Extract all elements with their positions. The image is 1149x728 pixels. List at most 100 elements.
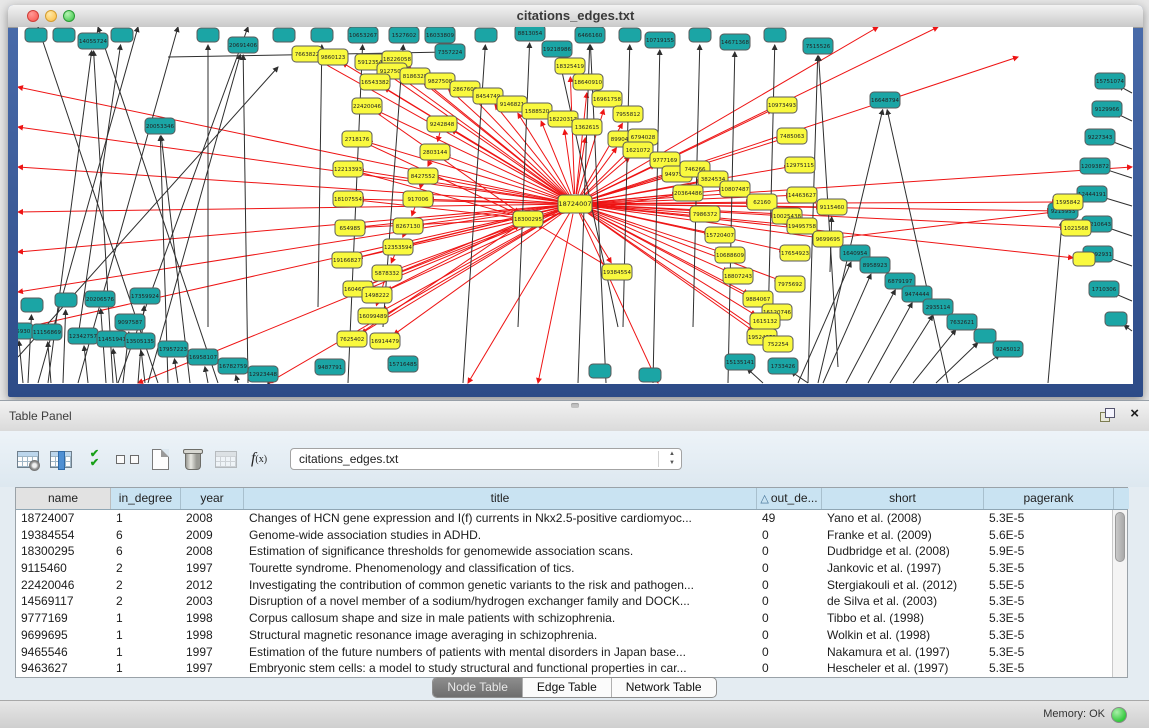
graph-edge[interactable]: [890, 315, 933, 383]
graph-edge[interactable]: [236, 376, 238, 383]
graph-edge[interactable]: [823, 274, 871, 383]
table-cell[interactable]: Changes of HCN gene expression and I(f) …: [244, 510, 757, 527]
table-cell[interactable]: Genome-wide association studies in ADHD.: [244, 527, 757, 544]
table-cell[interactable]: 5.3E-5: [984, 644, 1114, 661]
delete-column-icon[interactable]: [179, 445, 207, 473]
table-cell[interactable]: 0: [757, 660, 822, 677]
graph-node[interactable]: [689, 28, 711, 42]
table-cell[interactable]: 5.6E-5: [984, 527, 1114, 544]
graph-edge[interactable]: [18, 206, 565, 292]
graph-edge[interactable]: [19, 341, 23, 383]
column-header-out_de[interactable]: △out_de...: [757, 488, 822, 509]
table-cell[interactable]: 1: [111, 510, 181, 527]
column-header-name[interactable]: name: [16, 488, 111, 509]
table-cell[interactable]: 5.3E-5: [984, 610, 1114, 627]
table-cell[interactable]: Disruption of a novel member of a sodium…: [244, 593, 757, 610]
network-canvas[interactable]: 1405572420691406106532671527602160338097…: [18, 27, 1133, 384]
table-row[interactable]: 2242004622012Investigating the contribut…: [16, 577, 1127, 594]
graph-edge[interactable]: [420, 185, 421, 188]
table-cell[interactable]: 0: [757, 577, 822, 594]
table-cell[interactable]: 9463627: [16, 660, 111, 677]
graph-edge[interactable]: [243, 55, 248, 383]
table-cell[interactable]: Estimation of the future numbers of pati…: [244, 644, 757, 661]
table-cell[interactable]: 2008: [181, 510, 244, 527]
table-cell[interactable]: 5.3E-5: [984, 627, 1114, 644]
table-cell[interactable]: 9777169: [16, 610, 111, 627]
table-cell[interactable]: 5.9E-5: [984, 543, 1114, 560]
close-panel-icon[interactable]: ×: [1130, 405, 1139, 423]
table-cell[interactable]: 6: [111, 527, 181, 544]
graph-node[interactable]: [589, 364, 611, 378]
window-titlebar[interactable]: citations_edges.txt: [8, 5, 1143, 28]
table-row[interactable]: 1456911722003Disruption of a novel membe…: [16, 593, 1127, 610]
table-cell[interactable]: 0: [757, 543, 822, 560]
table-row[interactable]: 977716911998Corpus callosum shape and si…: [16, 610, 1127, 627]
table-cell[interactable]: 19384554: [16, 527, 111, 544]
table-cell[interactable]: Jankovic et al. (1997): [822, 560, 984, 577]
table-cell[interactable]: Corpus callosum shape and size in male p…: [244, 610, 757, 627]
graph-edge[interactable]: [936, 343, 978, 383]
table-cell[interactable]: Yano et al. (2008): [822, 510, 984, 527]
table-cell[interactable]: 1997: [181, 660, 244, 677]
graph-node[interactable]: [111, 28, 133, 42]
graph-edge[interactable]: [84, 346, 88, 383]
table-cell[interactable]: 1: [111, 660, 181, 677]
table-selector-dropdown[interactable]: citations_edges.txt ▲▼: [290, 448, 682, 470]
table-cell[interactable]: 2009: [181, 527, 244, 544]
table-cell[interactable]: 2003: [181, 593, 244, 610]
graph-node[interactable]: [639, 368, 661, 382]
table-cell[interactable]: 0: [757, 527, 822, 544]
show-columns-icon[interactable]: [47, 445, 75, 473]
table-cell[interactable]: 1: [111, 627, 181, 644]
table-cell[interactable]: 1998: [181, 627, 244, 644]
table-cell[interactable]: Investigating the contribution of common…: [244, 577, 757, 594]
table-cell[interactable]: 0: [757, 610, 822, 627]
graph-edge[interactable]: [518, 43, 530, 327]
column-header-short[interactable]: short: [822, 488, 984, 509]
graph-node[interactable]: [1105, 312, 1127, 326]
table-cell[interactable]: Stergiakouli et al. (2012): [822, 577, 984, 594]
graph-edge[interactable]: [113, 349, 117, 383]
function-builder-icon[interactable]: f(x): [245, 445, 273, 473]
graph-edge[interactable]: [412, 207, 415, 215]
graph-edge[interactable]: [537, 225, 609, 268]
graph-edge[interactable]: [18, 67, 278, 357]
table-cell[interactable]: 0: [757, 593, 822, 610]
table-cell[interactable]: Tourette syndrome. Phenomenology and cla…: [244, 560, 757, 577]
table-cell[interactable]: Dudbridge et al. (2008): [822, 543, 984, 560]
table-cell[interactable]: Hescheler et al. (1997): [822, 660, 984, 677]
column-header-in_degree[interactable]: in_degree: [111, 488, 181, 509]
graph-edge[interactable]: [318, 45, 322, 307]
table-cell[interactable]: 6: [111, 543, 181, 560]
table-cell[interactable]: 5.5E-5: [984, 577, 1114, 594]
table-cell[interactable]: 22420046: [16, 577, 111, 594]
graph-edge[interactable]: [747, 369, 763, 383]
graph-node[interactable]: [475, 28, 497, 42]
table-cell[interactable]: 9115460: [16, 560, 111, 577]
table-row[interactable]: 946362711997Embryonic stem cells: a mode…: [16, 660, 1127, 677]
graph-edge[interactable]: [653, 50, 660, 383]
table-cell[interactable]: Estimation of significance thresholds fo…: [244, 543, 757, 560]
graph-edge[interactable]: [846, 290, 895, 383]
vertical-scrollbar[interactable]: [1112, 510, 1127, 677]
column-header-title[interactable]: title: [244, 488, 757, 509]
tab-node-table[interactable]: Node Table: [433, 678, 523, 697]
table-cell[interactable]: de Silva et al. (2003): [822, 593, 984, 610]
table-row[interactable]: 946554611997Estimation of the future num…: [16, 644, 1127, 661]
float-panel-icon[interactable]: [1100, 408, 1115, 423]
graph-edge[interactable]: [148, 55, 240, 383]
table-cell[interactable]: Franke et al. (2009): [822, 527, 984, 544]
select-all-icon[interactable]: ✔✔: [80, 445, 108, 473]
table-cell[interactable]: 1: [111, 644, 181, 661]
graph-edge[interactable]: [583, 157, 630, 197]
table-cell[interactable]: 49: [757, 510, 822, 527]
graph-edge[interactable]: [63, 310, 66, 383]
table-cell[interactable]: 0: [757, 627, 822, 644]
graph-node[interactable]: [1073, 252, 1095, 266]
graph-edge[interactable]: [174, 359, 178, 383]
table-cell[interactable]: 2: [111, 577, 181, 594]
table-cell[interactable]: 18724007: [16, 510, 111, 527]
graph-edge[interactable]: [391, 255, 394, 263]
table-row[interactable]: 1938455462009Genome-wide association stu…: [16, 527, 1127, 544]
graph-edge[interactable]: [868, 303, 912, 383]
